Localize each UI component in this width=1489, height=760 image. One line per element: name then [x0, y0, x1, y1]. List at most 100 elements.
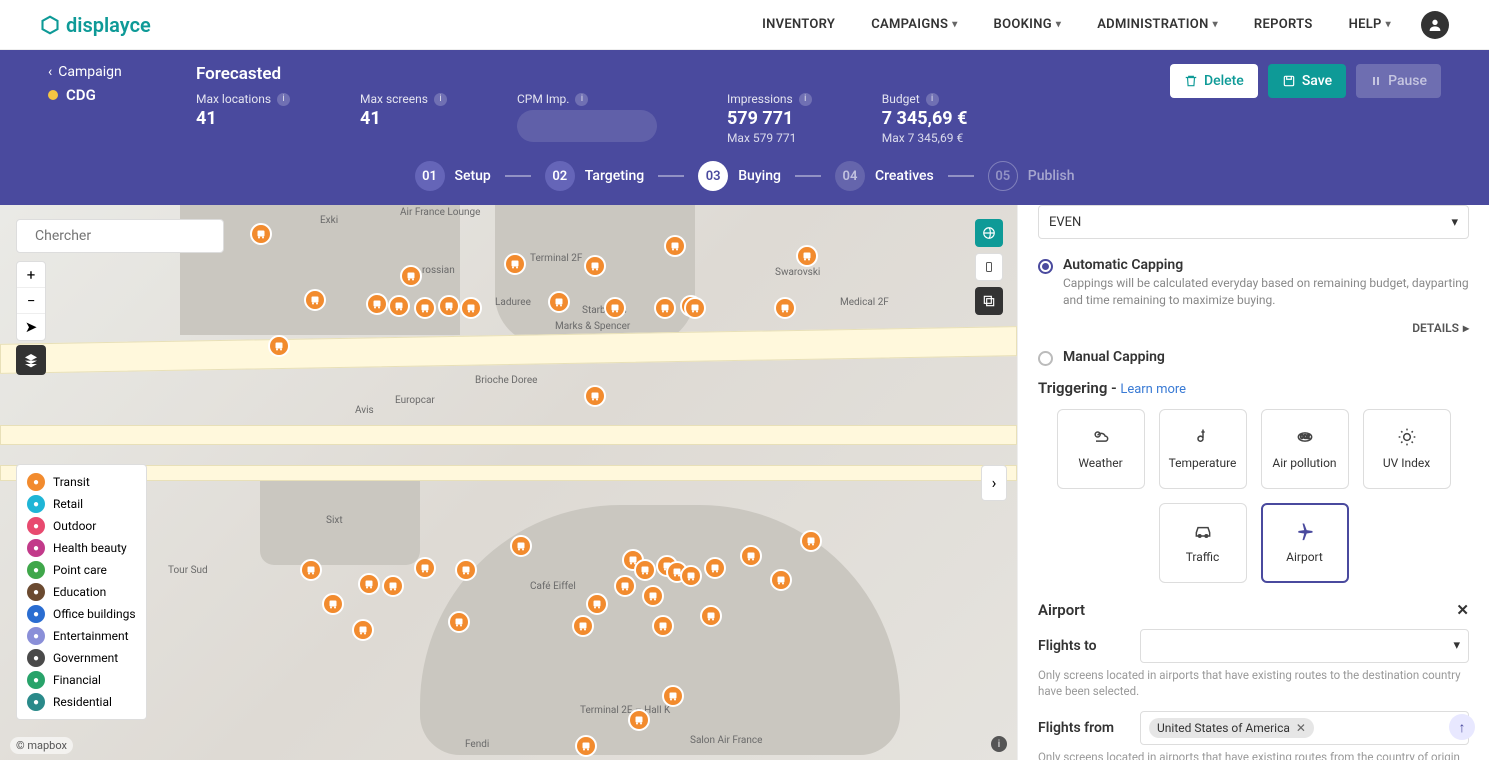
map-marker-transit[interactable]: [438, 295, 460, 317]
flights-from-select[interactable]: United States of America ✕ ▾: [1140, 711, 1469, 745]
map-marker-transit[interactable]: [586, 593, 608, 615]
nav-administration[interactable]: ADMINISTRATION▾: [1079, 17, 1236, 32]
nav-help[interactable]: HELP▾: [1331, 17, 1409, 32]
nav-booking[interactable]: BOOKING▾: [976, 17, 1080, 32]
zoom-out-button[interactable]: −: [17, 288, 45, 314]
map-marker-transit[interactable]: [634, 559, 656, 581]
pause-button[interactable]: Pause: [1356, 64, 1441, 98]
info-icon[interactable]: i: [434, 93, 447, 106]
map-marker-transit[interactable]: [680, 565, 702, 587]
map-device-button[interactable]: [975, 253, 1003, 281]
map-marker-transit[interactable]: [770, 569, 792, 591]
save-button[interactable]: Save: [1268, 64, 1346, 98]
map-marker-transit[interactable]: [366, 293, 388, 315]
delete-button[interactable]: Delete: [1170, 64, 1258, 98]
map-marker-transit[interactable]: [642, 585, 664, 607]
info-icon[interactable]: i: [575, 93, 588, 106]
map-marker-transit[interactable]: [604, 297, 626, 319]
close-icon[interactable]: ✕: [1456, 601, 1469, 619]
user-avatar[interactable]: [1421, 11, 1449, 39]
pacing-select[interactable]: EVEN▾: [1038, 205, 1469, 239]
nav-inventory[interactable]: INVENTORY: [744, 17, 853, 32]
capping-auto-option[interactable]: Automatic Capping Cappings will be calcu…: [1038, 257, 1469, 309]
step-creatives[interactable]: 04Creatives: [835, 161, 934, 191]
map-marker-transit[interactable]: [300, 559, 322, 581]
trigger-card-co2[interactable]: CO2Air pollution: [1261, 409, 1349, 489]
reset-north-button[interactable]: ➤: [17, 314, 45, 340]
trigger-card-thermo[interactable]: Temperature: [1159, 409, 1247, 489]
legend-item[interactable]: ●Health beauty: [27, 537, 136, 559]
details-link[interactable]: DETAILS▸: [1038, 321, 1469, 335]
trigger-card-plane[interactable]: Airport: [1261, 503, 1349, 583]
map-marker-transit[interactable]: [628, 709, 650, 731]
map-marker-transit[interactable]: [400, 265, 422, 287]
step-setup[interactable]: 01Setup: [415, 161, 491, 191]
map-marker-transit[interactable]: [448, 611, 470, 633]
map-marker-transit[interactable]: [414, 557, 436, 579]
map-marker-transit[interactable]: [504, 253, 526, 275]
step-targeting[interactable]: 02Targeting: [545, 161, 644, 191]
map-marker-transit[interactable]: [800, 530, 822, 552]
info-icon[interactable]: i: [277, 93, 290, 106]
map-marker-transit[interactable]: [388, 295, 410, 317]
map-marker-transit[interactable]: [548, 291, 570, 313]
scroll-top-button[interactable]: ↑: [1449, 714, 1475, 740]
legend-item[interactable]: ●Government: [27, 647, 136, 669]
brand-logo[interactable]: displayce: [40, 13, 151, 37]
map-marker-transit[interactable]: [572, 615, 594, 637]
legend-item[interactable]: ●Financial: [27, 669, 136, 691]
map-marker-transit[interactable]: [584, 385, 606, 407]
capping-manual-option[interactable]: Manual Capping: [1038, 349, 1469, 367]
breadcrumb-back[interactable]: ‹Campaign: [48, 64, 168, 80]
map-marker-transit[interactable]: [322, 593, 344, 615]
panel-collapse-button[interactable]: ›: [981, 465, 1007, 501]
map-search-input[interactable]: [35, 228, 213, 244]
map-marker-transit[interactable]: [652, 615, 674, 637]
trigger-card-car[interactable]: Traffic: [1159, 503, 1247, 583]
step-publish[interactable]: 05Publish: [988, 161, 1075, 191]
map-marker-transit[interactable]: [584, 255, 606, 277]
map-marker-transit[interactable]: [382, 575, 404, 597]
map-marker-transit[interactable]: [796, 245, 818, 267]
map-marker-transit[interactable]: [250, 223, 272, 245]
map-marker-transit[interactable]: [455, 559, 477, 581]
step-buying[interactable]: 03Buying: [698, 161, 781, 191]
legend-item[interactable]: ●Office buildings: [27, 603, 136, 625]
map-marker-transit[interactable]: [414, 297, 436, 319]
legend-item[interactable]: ●Education: [27, 581, 136, 603]
info-icon[interactable]: i: [926, 93, 939, 106]
flights-to-select[interactable]: ▾: [1140, 629, 1469, 663]
zoom-in-button[interactable]: +: [17, 262, 45, 288]
info-icon[interactable]: i: [799, 93, 812, 106]
map-marker-transit[interactable]: [684, 297, 706, 319]
chip-remove-icon[interactable]: ✕: [1296, 721, 1306, 735]
legend-item[interactable]: ●Outdoor: [27, 515, 136, 537]
map-marker-transit[interactable]: [662, 685, 684, 707]
map-marker-transit[interactable]: [704, 557, 726, 579]
map[interactable]: ExkiAir France LoungerossianLadureeTermi…: [0, 205, 1017, 760]
map-marker-transit[interactable]: [654, 297, 676, 319]
legend-item[interactable]: ●Retail: [27, 493, 136, 515]
map-marker-transit[interactable]: [460, 297, 482, 319]
map-marker-transit[interactable]: [358, 573, 380, 595]
nav-reports[interactable]: REPORTS: [1236, 17, 1331, 32]
map-marker-transit[interactable]: [510, 535, 532, 557]
legend-item[interactable]: ●Residential: [27, 691, 136, 713]
learn-more-link[interactable]: Learn more: [1120, 382, 1186, 397]
map-marker-transit[interactable]: [352, 619, 374, 641]
map-marker-transit[interactable]: [614, 575, 636, 597]
map-search[interactable]: [16, 219, 224, 253]
legend-item[interactable]: ●Transit: [27, 471, 136, 493]
map-marker-transit[interactable]: [268, 335, 290, 357]
layers-button[interactable]: [16, 345, 46, 375]
map-style-button[interactable]: [975, 219, 1003, 247]
map-marker-transit[interactable]: [740, 545, 762, 567]
legend-item[interactable]: ●Point care: [27, 559, 136, 581]
map-marker-transit[interactable]: [575, 735, 597, 757]
map-marker-transit[interactable]: [700, 605, 722, 627]
map-marker-transit[interactable]: [304, 289, 326, 311]
map-marker-transit[interactable]: [664, 235, 686, 257]
nav-campaigns[interactable]: CAMPAIGNS▾: [853, 17, 975, 32]
map-marker-transit[interactable]: [774, 297, 796, 319]
trigger-card-uv[interactable]: UV Index: [1363, 409, 1451, 489]
